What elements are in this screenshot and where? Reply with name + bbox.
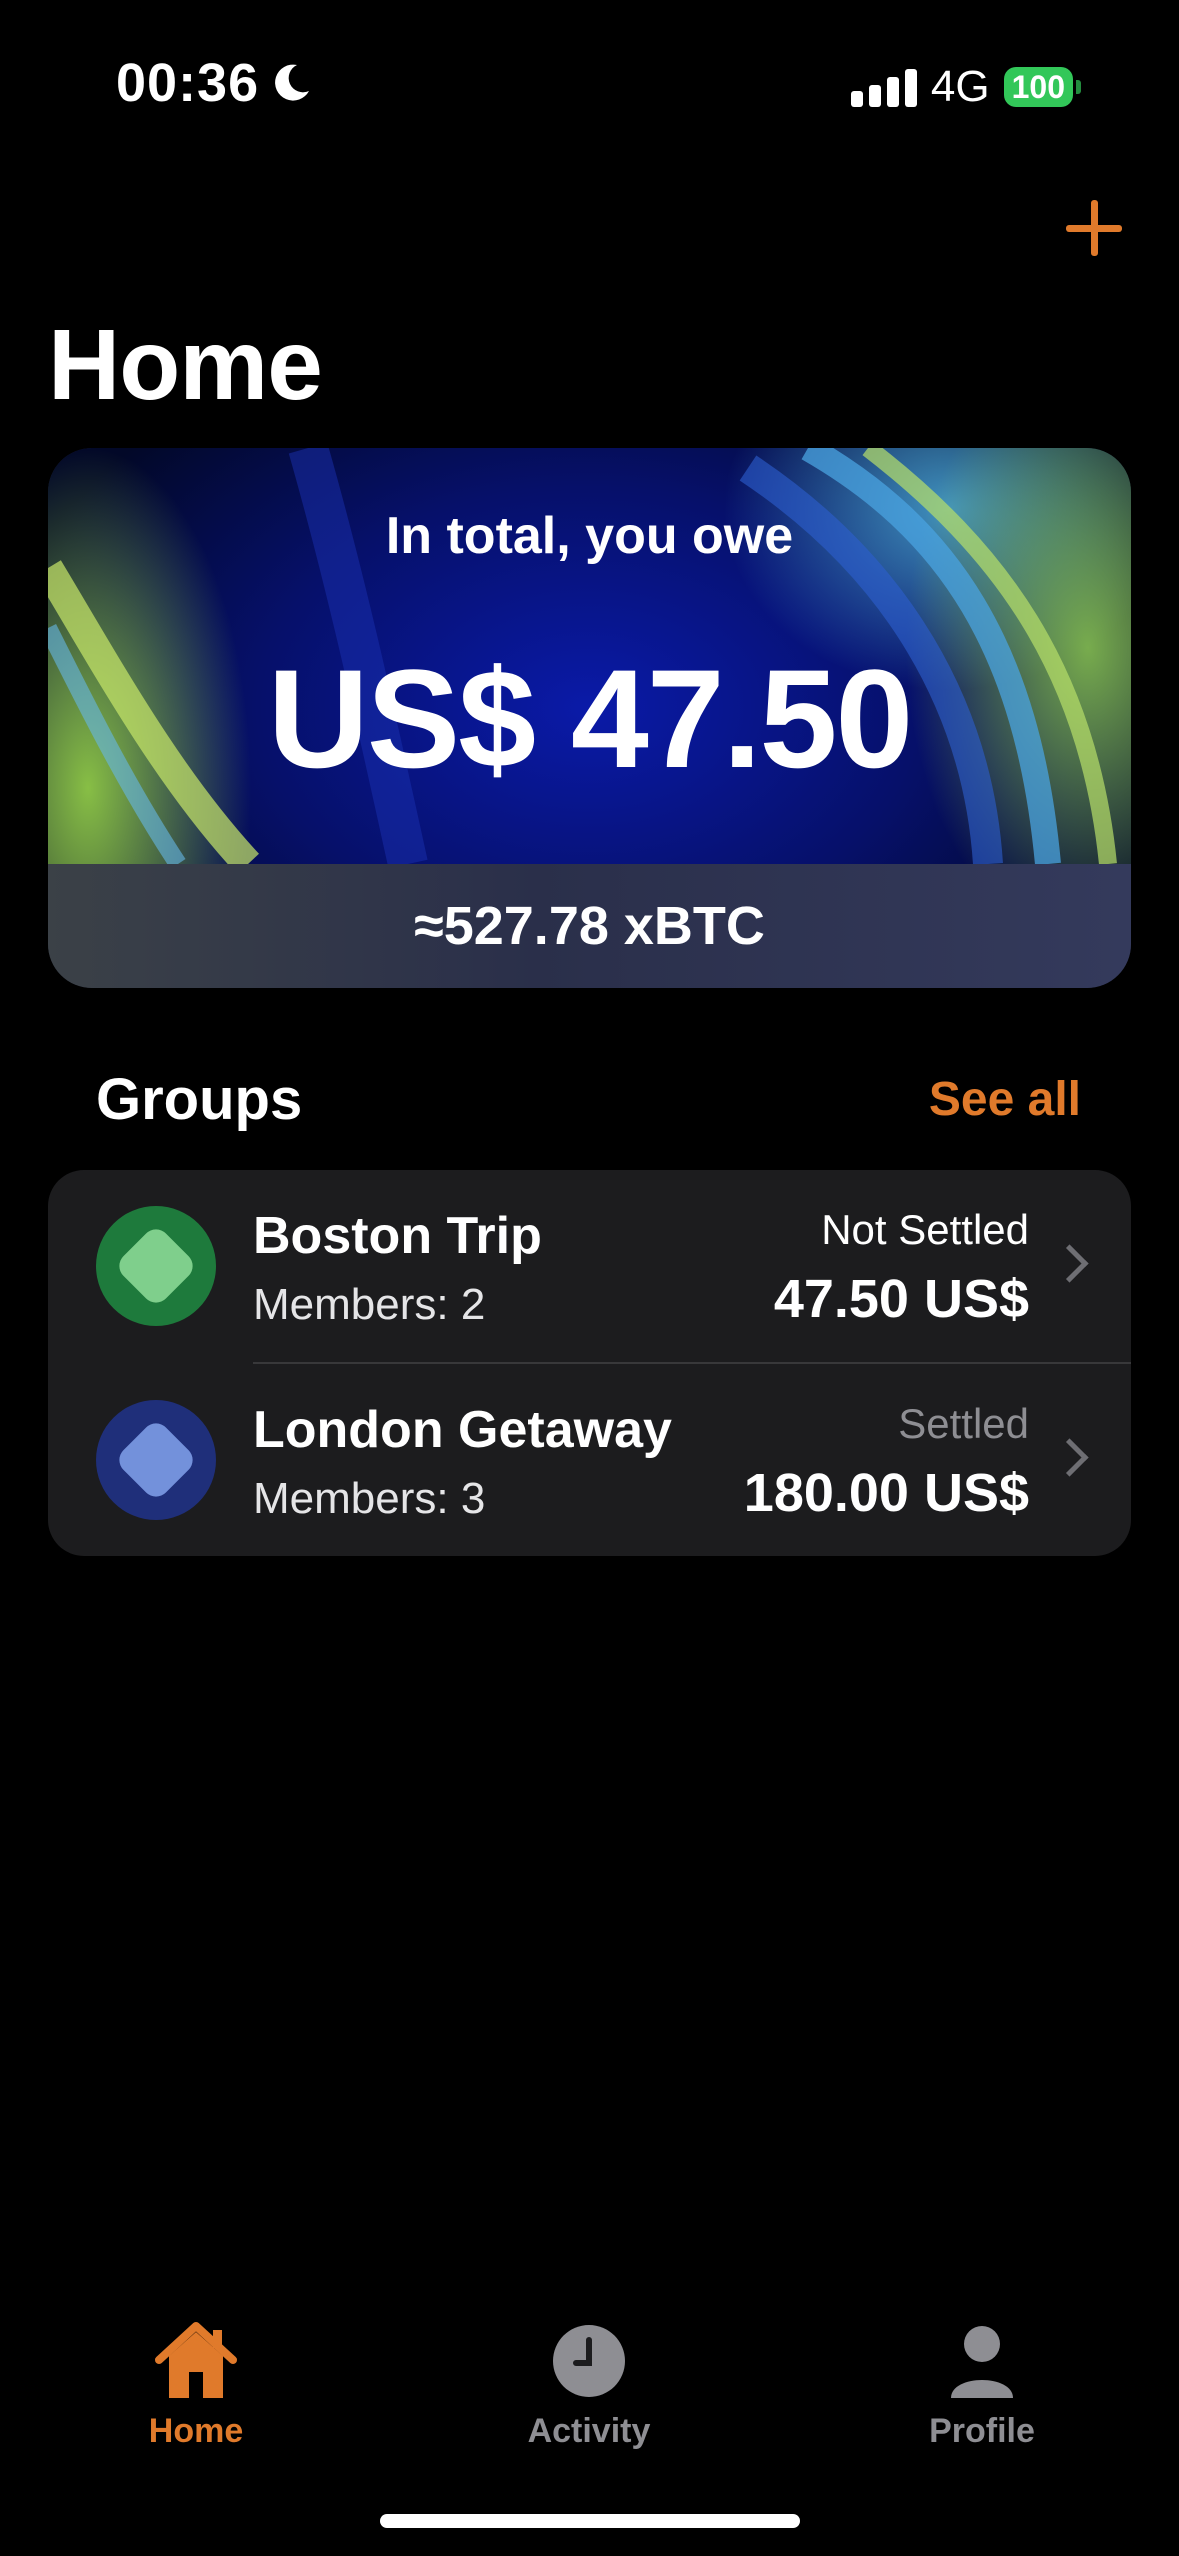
network-label: 4G (930, 62, 990, 111)
home-indicator (380, 2514, 800, 2528)
group-row-boston-trip[interactable]: Boston Trip Members: 2 Not Settled 47.50… (48, 1170, 1131, 1362)
group-members: Members: 3 (253, 1474, 486, 1523)
crypto-equivalent: ≈527.78 xBTC (48, 864, 1131, 988)
group-status: Not Settled (821, 1206, 1029, 1253)
clock-icon (546, 2318, 632, 2404)
battery-icon: 100 (1003, 67, 1081, 107)
chevron-right-icon (1050, 1244, 1089, 1283)
signal-icon (850, 67, 917, 107)
balance-subtitle: In total, you owe (385, 507, 794, 565)
status-time: 00:36 (116, 52, 313, 114)
group-members: Members: 2 (253, 1280, 486, 1329)
group-avatar (96, 1400, 216, 1520)
group-row-london-getaway[interactable]: London Getaway Members: 3 Settled 180.00… (48, 1364, 1131, 1556)
add-button[interactable] (1062, 196, 1126, 260)
tab-activity-label: Activity (527, 2412, 651, 2450)
battery-level: 100 (1003, 67, 1073, 107)
page-title: Home (48, 309, 323, 421)
moon-icon (275, 64, 310, 101)
group-amount: 47.50 US$ (773, 1269, 1029, 1329)
chevron-right-icon (1050, 1438, 1089, 1477)
tab-profile-label: Profile (929, 2412, 1035, 2450)
tab-profile[interactable]: Profile (882, 2318, 1082, 2451)
groups-title: Groups (96, 1067, 303, 1132)
diamond-icon (113, 1417, 199, 1503)
group-amount: 180.00 US$ (743, 1463, 1029, 1523)
tab-activity[interactable]: Activity (489, 2318, 689, 2451)
status-time-text: 00:36 (116, 53, 260, 113)
group-list: Boston Trip Members: 2 Not Settled 47.50… (48, 1170, 1131, 1556)
tab-home-label: Home (148, 2412, 244, 2450)
group-name: London Getaway (253, 1401, 672, 1459)
balance-amount: US$ 47.50 (267, 640, 914, 797)
group-avatar (96, 1206, 216, 1326)
tab-home[interactable]: Home (96, 2318, 296, 2451)
status-indicators: 4G 100 (850, 62, 1081, 112)
person-icon (939, 2318, 1025, 2404)
group-name: Boston Trip (253, 1207, 542, 1265)
balance-card[interactable]: In total, you owe US$ 47.50 ≈527.78 xBTC (48, 448, 1131, 988)
house-icon (153, 2318, 239, 2404)
diamond-icon (113, 1223, 199, 1309)
group-status: Settled (898, 1400, 1029, 1447)
see-all-link[interactable]: See all (929, 1072, 1081, 1127)
